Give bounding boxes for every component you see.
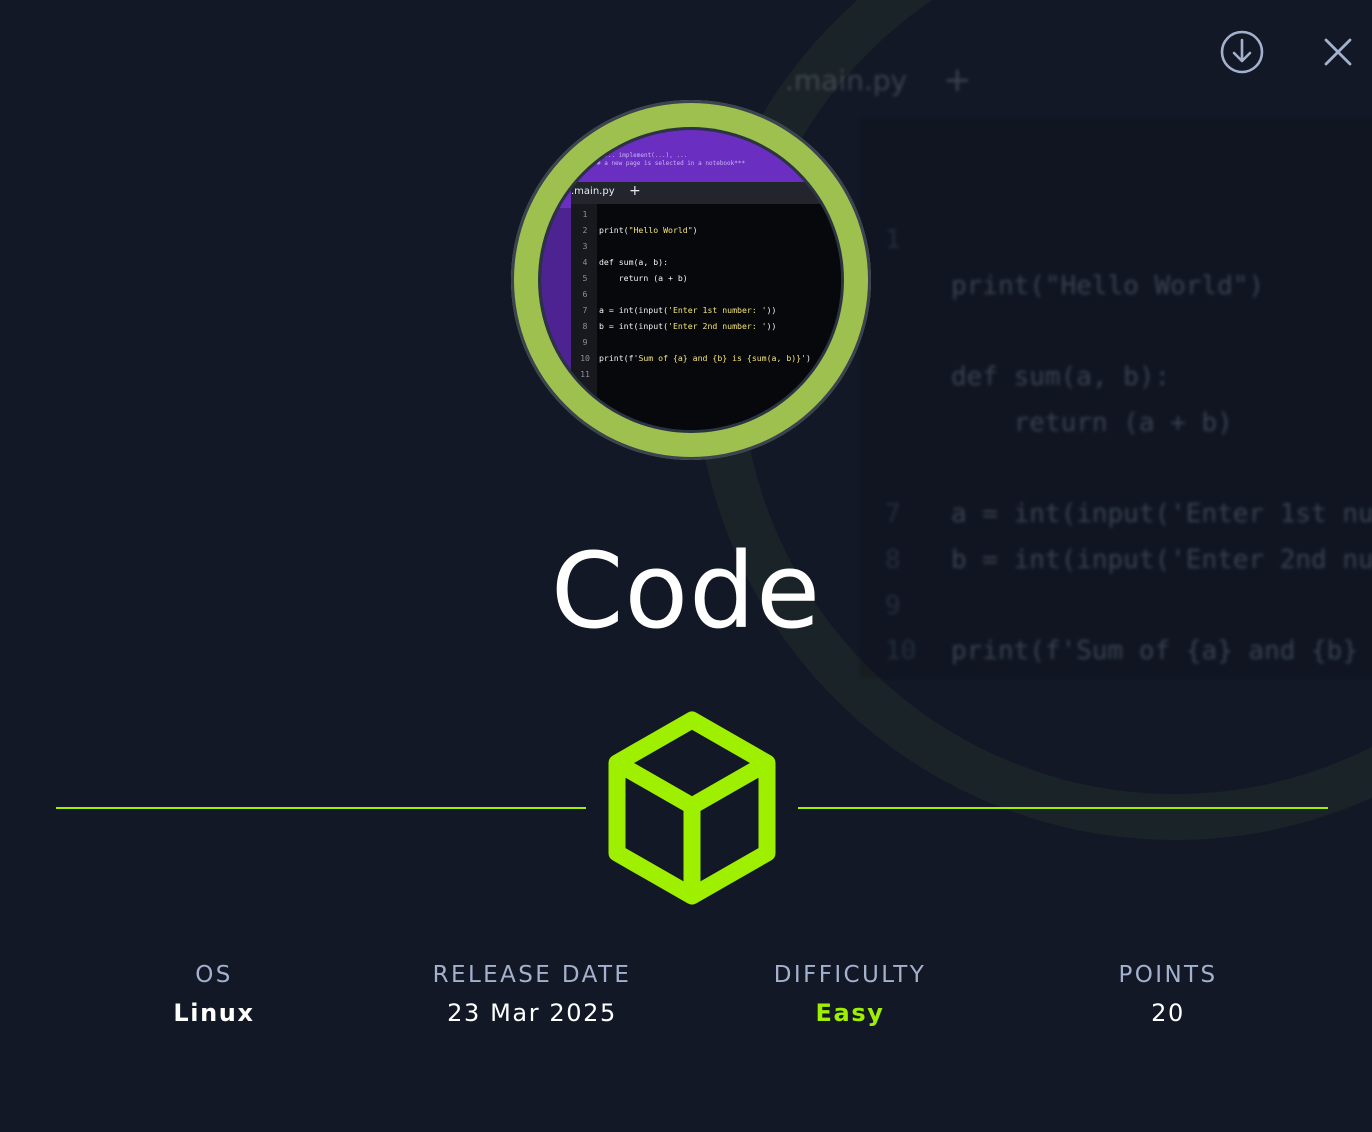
divider-line-left bbox=[56, 807, 586, 809]
release-date-label: RELEASE DATE bbox=[432, 962, 632, 988]
code-text: def sum(a, b): bbox=[951, 362, 1171, 393]
code-line: 11 bbox=[571, 366, 811, 382]
release-date-value: 23 Mar 2025 bbox=[447, 999, 617, 1027]
close-icon bbox=[1324, 38, 1352, 66]
download-button[interactable] bbox=[1218, 28, 1266, 76]
line-number: 8 bbox=[582, 321, 588, 331]
code-line: 1 bbox=[571, 206, 811, 222]
machine-card: .main.py + 1 print("Hello World") def sum(… bbox=[0, 0, 1372, 1132]
code-text: print("Hello World") bbox=[951, 270, 1265, 301]
avatar-editor-code-area: 1 2 print("Hello World") 3 4 def sum(a, b): 5 … bbox=[571, 204, 841, 430]
code-text: b = int(input('Enter 2nd number: ')) bbox=[599, 321, 777, 331]
line-number: 2 bbox=[582, 225, 588, 235]
line-number: 9 bbox=[582, 337, 588, 347]
os-value: Linux bbox=[173, 999, 255, 1027]
code-line: 7 a = int(input('Enter 1st number: ')) bbox=[571, 302, 811, 318]
code-line: 9 bbox=[571, 334, 811, 350]
line-number: 10 bbox=[580, 353, 590, 363]
machine-avatar: # ... implement(...), ... # a new page i… bbox=[511, 100, 871, 460]
code-text: print(f'Sum of {a} and {b} is {sum(a, b)… bbox=[599, 353, 811, 363]
code-text: print("Hello World") bbox=[599, 225, 698, 235]
code-line: 5 return (a + b) bbox=[571, 270, 811, 286]
line-number: 1 bbox=[885, 225, 901, 255]
difficulty-label: DIFFICULTY bbox=[773, 962, 927, 988]
line-number: 3 bbox=[582, 241, 588, 251]
avatar-image: # ... implement(...), ... # a new page i… bbox=[541, 130, 841, 430]
code-text: def sum(a, b): bbox=[599, 257, 669, 267]
code-line: return (a + b) bbox=[885, 401, 1372, 447]
difficulty-value: Easy bbox=[815, 999, 885, 1027]
info-release-date: RELEASE DATE 23 Mar 2025 bbox=[382, 962, 682, 1027]
os-label: OS bbox=[195, 962, 233, 988]
info-difficulty: DIFFICULTY Easy bbox=[700, 962, 1000, 1027]
points-value: 20 bbox=[1151, 999, 1185, 1027]
code-line: 6 bbox=[571, 286, 811, 302]
code-line: 2 print("Hello World") bbox=[571, 222, 811, 238]
avatar-editor-header-text: # ... implement(...), ... # a new page i… bbox=[597, 152, 746, 167]
close-button[interactable] bbox=[1314, 28, 1362, 76]
background-editor-plus: + bbox=[943, 60, 972, 100]
code-line: 3 bbox=[571, 238, 811, 254]
avatar-editor-plus: + bbox=[629, 183, 641, 199]
line-number: 11 bbox=[580, 369, 590, 379]
code-text: return (a + b) bbox=[951, 407, 1233, 438]
line-number: 7 bbox=[582, 305, 588, 315]
line-number: 1 bbox=[582, 209, 588, 219]
line-number: 4 bbox=[582, 257, 588, 267]
code-text: a = int(input('Enter 1st number bbox=[951, 499, 1372, 530]
code-line: def sum(a, b): bbox=[885, 355, 1372, 401]
points-label: POINTS bbox=[1118, 962, 1218, 988]
code-line: 8 b = int(input('Enter 2nd number: ')) bbox=[571, 318, 811, 334]
code-line: 1 bbox=[885, 218, 1372, 264]
line-number: 5 bbox=[582, 273, 588, 283]
code-line: print("Hello World") bbox=[885, 264, 1372, 310]
avatar-editor-tab: .main.py bbox=[571, 186, 615, 197]
cube-icon bbox=[608, 711, 776, 905]
background-editor-tab: .main.py bbox=[785, 64, 908, 97]
code-line: 10 print(f'Sum of {a} and {b} is {sum(a, … bbox=[571, 350, 811, 366]
code-line: 4 def sum(a, b): bbox=[571, 254, 811, 270]
info-os: OS Linux bbox=[64, 962, 364, 1027]
avatar-code: 1 2 print("Hello World") 3 4 def sum(a, b): 5 … bbox=[571, 206, 811, 382]
info-points: POINTS 20 bbox=[1018, 962, 1318, 1027]
code-text: return (a + b) bbox=[599, 273, 688, 283]
download-circle-icon bbox=[1220, 30, 1264, 74]
avatar-editor-tabbar: .main.py + bbox=[571, 182, 841, 204]
code-text: a = int(input('Enter 1st number: ')) bbox=[599, 305, 777, 315]
divider-line-right bbox=[798, 807, 1328, 809]
line-number: 6 bbox=[582, 289, 588, 299]
machine-title: Code bbox=[550, 530, 822, 652]
avatar-editor-sidebar bbox=[541, 208, 571, 430]
